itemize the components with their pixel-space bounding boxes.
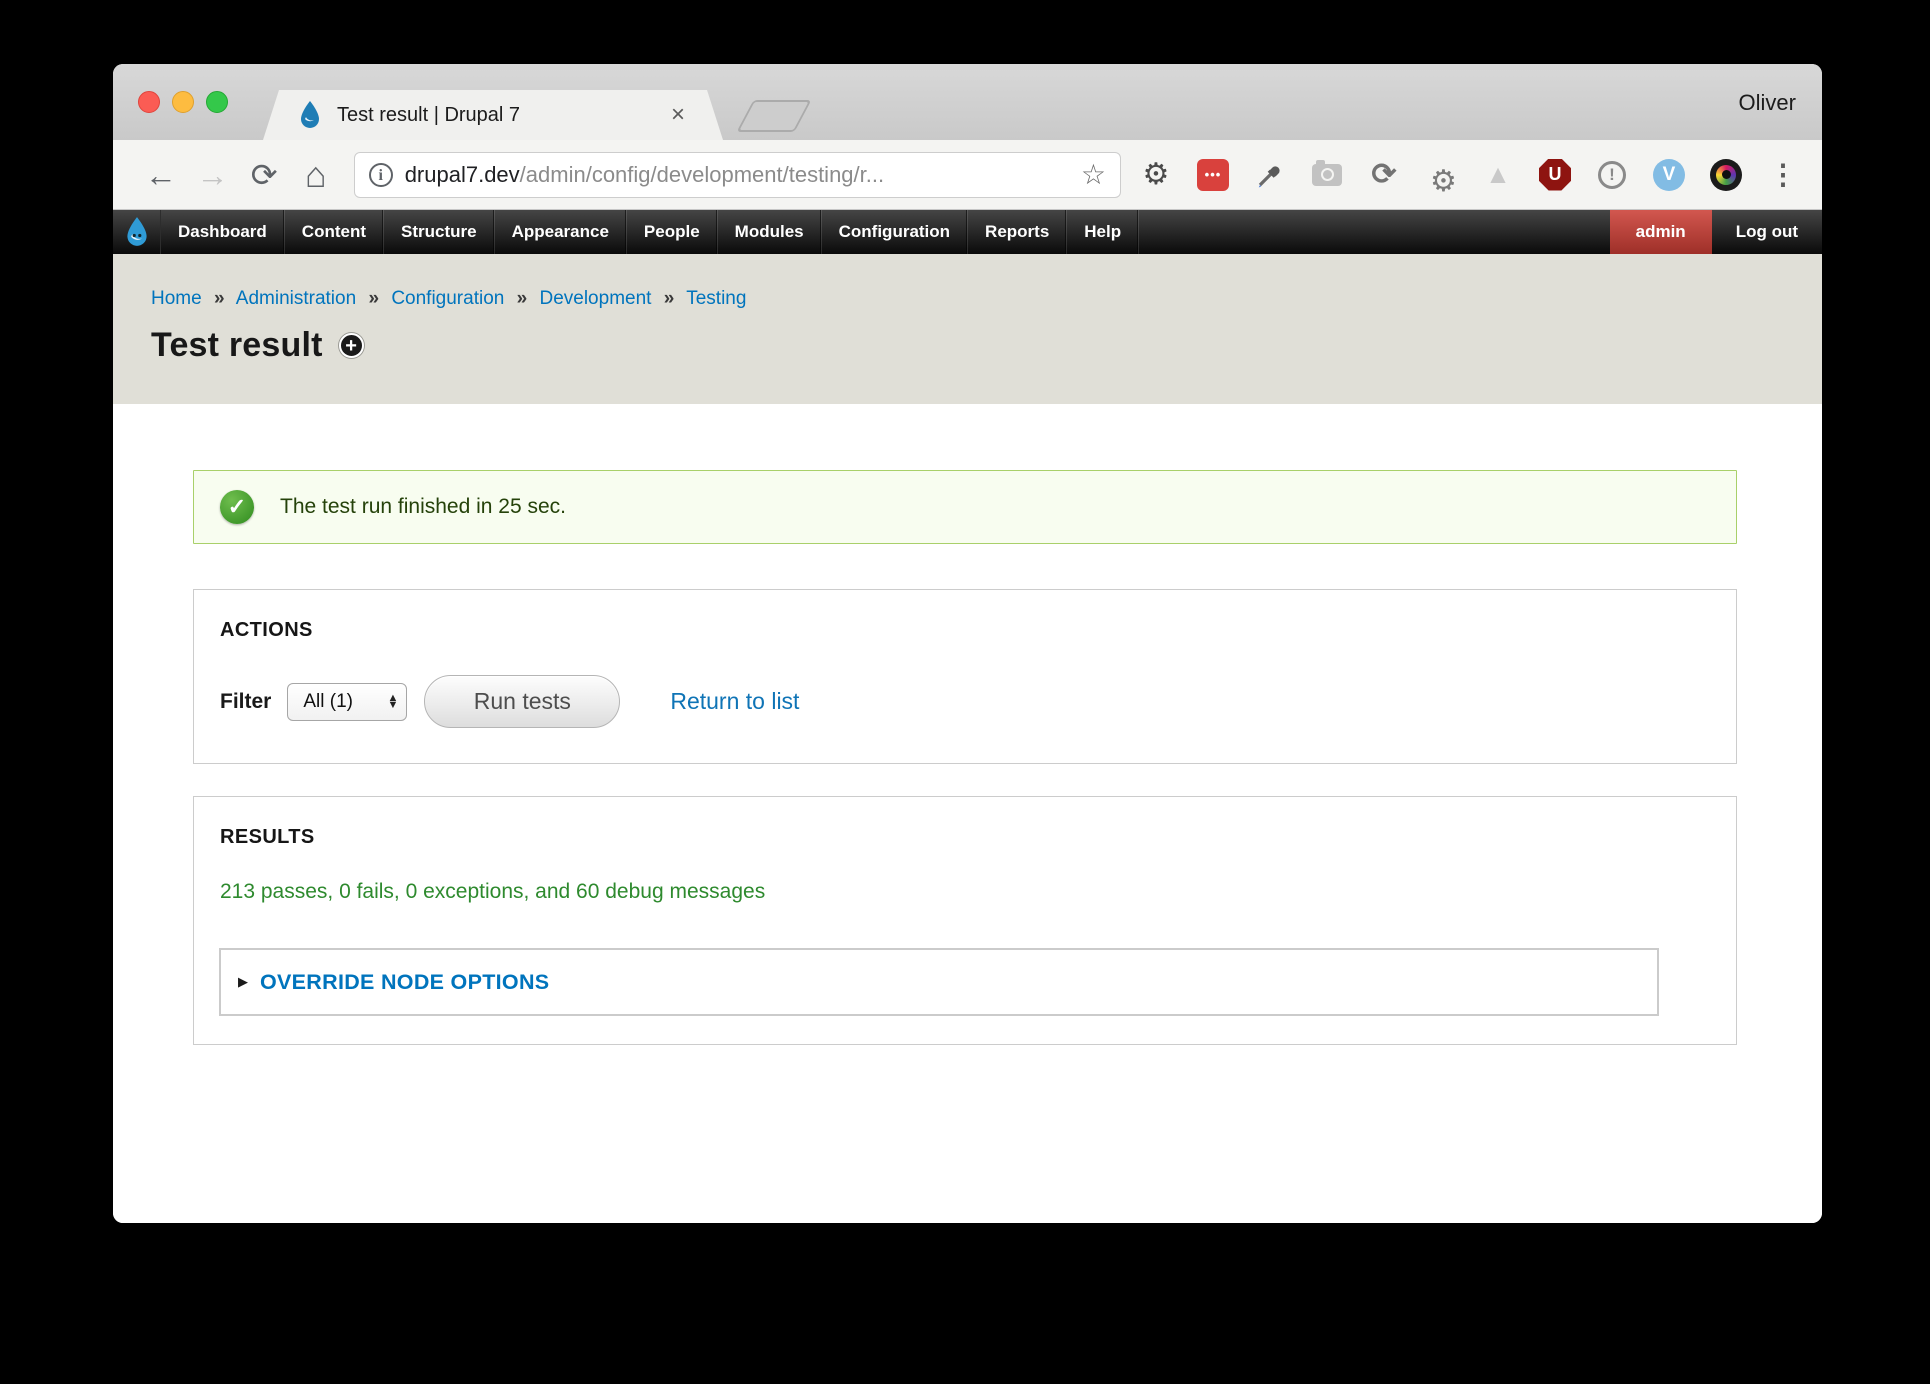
results-summary: 213 passes, 0 fails, 0 exceptions, and 6… (220, 880, 1710, 904)
breadcrumb: Home » Administration » Configuration » … (151, 288, 1822, 310)
toolbar-item-reports[interactable]: Reports (968, 210, 1067, 254)
breadcrumb-development[interactable]: Development (539, 288, 651, 309)
window-controls (138, 91, 228, 113)
address-bar[interactable]: i drupal7.dev/admin/config/development/t… (354, 152, 1121, 198)
browser-window: Test result | Drupal 7 × Oliver ← → ⟳ ⌂ … (113, 64, 1822, 1223)
toolbar-user-admin[interactable]: admin (1610, 210, 1712, 254)
filter-select[interactable]: All (1) ▲▼ (287, 683, 407, 721)
results-fieldset: RESULTS 213 passes, 0 fails, 0 exception… (193, 796, 1737, 1045)
url-path: /admin/config/development/testing/r... (520, 162, 884, 187)
titlebar: Test result | Drupal 7 × Oliver (113, 64, 1822, 140)
breadcrumb-home[interactable]: Home (151, 288, 202, 309)
settings-gear-icon[interactable]: ⚙ (1139, 158, 1173, 192)
return-to-list-link[interactable]: Return to list (670, 688, 799, 715)
minimize-window-button[interactable] (172, 91, 194, 113)
select-stepper-icon: ▲▼ (387, 695, 398, 709)
breadcrumb-separator: » (664, 288, 675, 309)
page-info-icon[interactable]: i (369, 163, 393, 187)
new-tab-button[interactable] (736, 100, 811, 132)
status-message: ✓ The test run finished in 25 sec. (193, 470, 1737, 544)
tab-title: Test result | Drupal 7 (337, 104, 667, 127)
drupal-admin-toolbar: Dashboard Content Structure Appearance P… (113, 210, 1822, 254)
ublock-icon[interactable]: U (1538, 158, 1572, 192)
toolbar-item-dashboard[interactable]: Dashboard (161, 210, 285, 254)
forward-icon: → (187, 159, 239, 191)
toolbar-item-help[interactable]: Help (1067, 210, 1139, 254)
main-content: ✓ The test run finished in 25 sec. ACTIO… (113, 404, 1822, 1223)
status-message-text: The test run finished in 25 sec. (280, 495, 566, 519)
run-tests-button[interactable]: Run tests (424, 675, 620, 728)
toolbar-logout[interactable]: Log out (1712, 210, 1822, 254)
status-ok-icon: ✓ (220, 490, 254, 524)
extension-icons: ⚙ ••• ⟳ ⚙ ▲ U ! V ⋮ (1139, 158, 1800, 192)
override-node-options-link[interactable]: OVERRIDE NODE OPTIONS (260, 970, 549, 995)
breadcrumb-separator: » (517, 288, 528, 309)
toolbar-item-modules[interactable]: Modules (718, 210, 822, 254)
browser-tab[interactable]: Test result | Drupal 7 × (263, 90, 723, 140)
filter-label: Filter (220, 690, 271, 714)
results-legend: RESULTS (220, 826, 1710, 849)
add-shortcut-icon[interactable]: + (339, 333, 364, 358)
breadcrumb-separator: » (368, 288, 379, 309)
url-text[interactable]: drupal7.dev/admin/config/development/tes… (405, 162, 1073, 188)
override-node-options-section[interactable]: ▶ OVERRIDE NODE OPTIONS (219, 948, 1659, 1016)
vimium-icon[interactable]: V (1652, 158, 1686, 192)
eyedropper-icon[interactable] (1253, 158, 1287, 192)
breadcrumb-testing[interactable]: Testing (686, 288, 746, 309)
page-title: Test result (151, 326, 323, 365)
url-domain: drupal7.dev (405, 162, 520, 187)
page-header: Home » Administration » Configuration » … (113, 254, 1822, 404)
breadcrumb-separator: » (214, 288, 225, 309)
toolbar-item-configuration[interactable]: Configuration (822, 210, 968, 254)
toolbar-item-people[interactable]: People (627, 210, 718, 254)
camera-lens-icon[interactable] (1709, 158, 1743, 192)
back-icon[interactable]: ← (135, 159, 187, 191)
browser-menu-icon[interactable]: ⋮ (1766, 158, 1800, 192)
toolbar-item-appearance[interactable]: Appearance (495, 210, 627, 254)
close-window-button[interactable] (138, 91, 160, 113)
filter-select-value: All (1) (303, 691, 387, 713)
drupal-logo-icon[interactable] (113, 210, 161, 254)
camera-icon[interactable] (1310, 158, 1344, 192)
reload-icon[interactable]: ⟳ (238, 159, 290, 191)
breadcrumb-administration[interactable]: Administration (236, 288, 356, 309)
drive-triangle-icon[interactable]: ▲ (1481, 158, 1515, 192)
breadcrumb-configuration[interactable]: Configuration (391, 288, 504, 309)
home-icon[interactable]: ⌂ (290, 157, 342, 193)
tab-close-icon[interactable]: × (667, 101, 689, 129)
browser-profile-name: Oliver (1739, 90, 1796, 116)
password-manager-icon[interactable]: ••• (1196, 158, 1230, 192)
actions-fieldset: ACTIONS Filter All (1) ▲▼ Run tests Retu… (193, 589, 1737, 764)
toolbar-item-content[interactable]: Content (285, 210, 384, 254)
actions-legend: ACTIONS (220, 619, 1710, 642)
browser-toolbar: ← → ⟳ ⌂ i drupal7.dev/admin/config/devel… (113, 140, 1822, 210)
circle-key-icon[interactable]: ! (1595, 158, 1629, 192)
collapsed-caret-icon: ▶ (238, 974, 248, 990)
drupal-favicon-icon (297, 100, 323, 130)
bookmark-star-icon[interactable]: ☆ (1081, 158, 1106, 191)
zoom-window-button[interactable] (206, 91, 228, 113)
dark-gear-icon[interactable]: ⚙ (1424, 158, 1458, 192)
session-refresh-icon[interactable]: ⟳ (1367, 158, 1401, 192)
toolbar-item-structure[interactable]: Structure (384, 210, 495, 254)
